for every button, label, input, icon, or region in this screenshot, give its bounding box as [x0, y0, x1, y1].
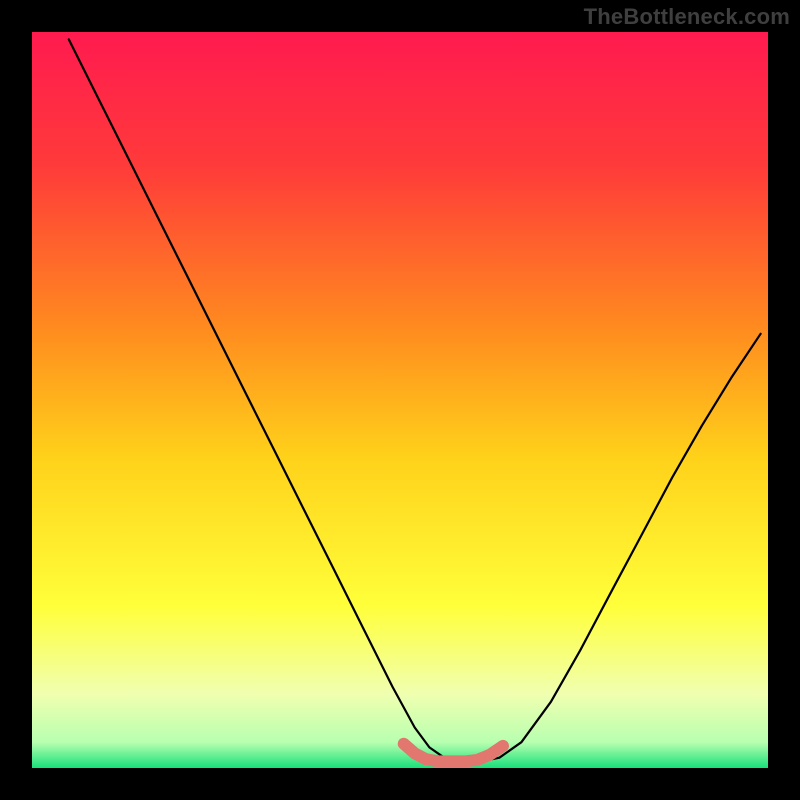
- chart-frame: TheBottleneck.com: [0, 0, 800, 800]
- plot-area: [32, 32, 768, 768]
- watermark-text: TheBottleneck.com: [584, 4, 790, 30]
- chart-svg: [32, 32, 768, 768]
- gradient-background: [32, 32, 768, 768]
